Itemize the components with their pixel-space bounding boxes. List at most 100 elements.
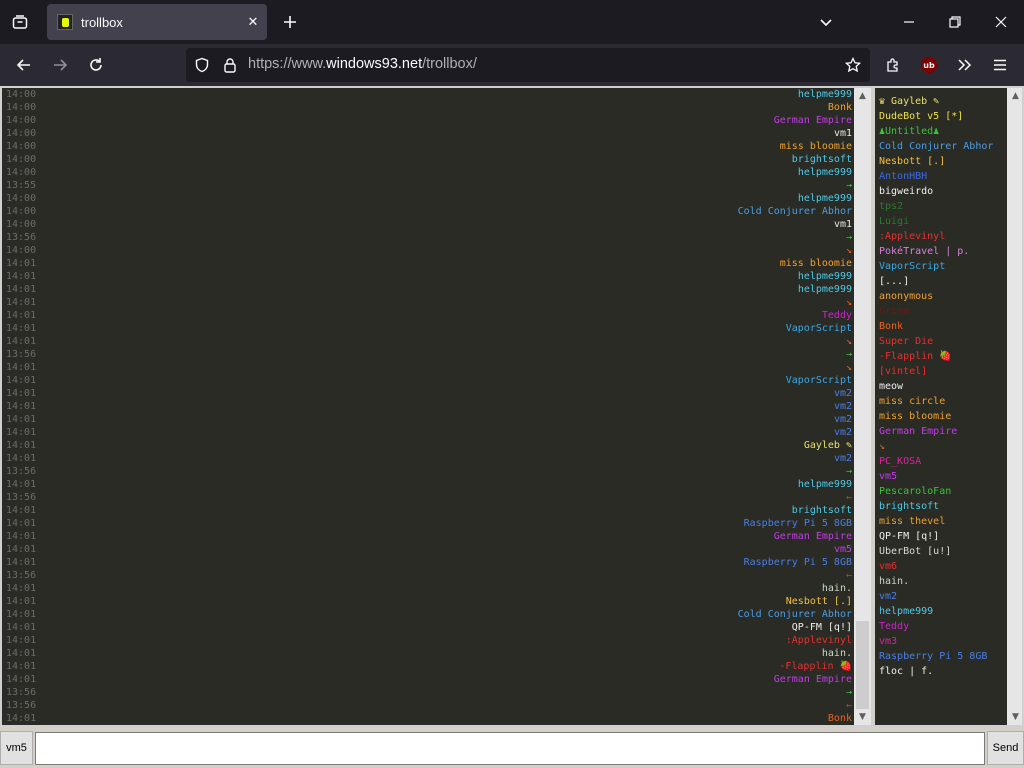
- user-list-item[interactable]: Nesbott [.]: [879, 154, 1009, 169]
- user-list-item[interactable]: vm3: [879, 634, 1009, 649]
- message-nick[interactable]: Nesbott [.]: [726, 595, 852, 608]
- user-list-item[interactable]: [vintel]: [879, 364, 1009, 379]
- message-nick[interactable]: VaporScript: [726, 374, 852, 387]
- message-nick[interactable]: vm2: [726, 413, 852, 426]
- user-list-item[interactable]: -Flapplin 🍓: [879, 349, 1009, 364]
- double-chevron-icon[interactable]: [950, 51, 978, 79]
- lock-icon[interactable]: [216, 51, 244, 79]
- ublock-icon[interactable]: ub: [921, 57, 937, 73]
- minimize-icon[interactable]: [895, 8, 923, 36]
- user-list-item[interactable]: ↘: [879, 439, 1009, 454]
- close-tab-icon[interactable]: ✕: [239, 15, 267, 30]
- close-icon[interactable]: [987, 8, 1015, 36]
- address-bar[interactable]: https://www.windows93.net/trollbox/: [186, 48, 870, 82]
- message-scrollbar[interactable]: ▲ ▼: [854, 88, 871, 725]
- message-nick[interactable]: brightsoft: [726, 504, 852, 517]
- user-list-item[interactable]: QP-FM [q!]: [879, 529, 1009, 544]
- user-list-item[interactable]: miss circle: [879, 394, 1009, 409]
- message-nick[interactable]: ↘: [726, 335, 852, 348]
- user-list-item[interactable]: meow: [879, 379, 1009, 394]
- message-nick[interactable]: helpme999: [726, 166, 852, 179]
- message-nick[interactable]: miss bloomie: [726, 140, 852, 153]
- user-list-item[interactable]: floc | f.: [879, 664, 1009, 679]
- message-nick[interactable]: helpme999: [726, 192, 852, 205]
- message-nick[interactable]: Cold Conjurer Abhor: [726, 205, 852, 218]
- user-list-item[interactable]: :Applevinyl: [879, 229, 1009, 244]
- message-nick[interactable]: →: [726, 686, 852, 699]
- reload-icon[interactable]: [82, 51, 110, 79]
- message-nick[interactable]: :Applevinyl: [726, 634, 852, 647]
- message-nick[interactable]: helpme999: [726, 283, 852, 296]
- message-nick[interactable]: QP-FM [q!]: [726, 621, 852, 634]
- message-nick[interactable]: →: [726, 348, 852, 361]
- user-list-item[interactable]: tps2: [879, 199, 1009, 214]
- user-list-item[interactable]: UberBot [u!]: [879, 544, 1009, 559]
- message-nick[interactable]: →: [726, 465, 852, 478]
- user-list-item[interactable]: Teddy: [879, 619, 1009, 634]
- hamburger-icon[interactable]: [986, 51, 1014, 79]
- message-nick[interactable]: Raspberry Pi 5 8GB: [726, 556, 852, 569]
- message-nick[interactable]: helpme999: [726, 88, 852, 101]
- user-list-item[interactable]: Super Die: [879, 334, 1009, 349]
- user-list-item[interactable]: Raspberry Pi 5 8GB: [879, 649, 1009, 664]
- user-list-item[interactable]: Bonk: [879, 319, 1009, 334]
- user-scrollbar[interactable]: ▲ ▼: [1007, 88, 1022, 725]
- message-nick[interactable]: German Empire: [726, 673, 852, 686]
- message-input[interactable]: [35, 732, 985, 765]
- message-nick[interactable]: German Empire: [726, 530, 852, 543]
- user-list-item[interactable]: helpme999: [879, 604, 1009, 619]
- user-list-item[interactable]: miss bloomie: [879, 409, 1009, 424]
- scrollbar-thumb[interactable]: [856, 621, 869, 709]
- user-list-item[interactable]: DudeBot v5 [*]: [879, 109, 1009, 124]
- nickname-button[interactable]: vm5: [0, 731, 33, 765]
- scroll-up-icon[interactable]: ▲: [1007, 88, 1022, 104]
- user-list-item[interactable]: Cold Conjurer Abhor: [879, 139, 1009, 154]
- message-nick[interactable]: vm2: [726, 387, 852, 400]
- message-nick[interactable]: -Flapplin 🍓: [726, 660, 852, 673]
- message-nick[interactable]: vm1: [726, 218, 852, 231]
- scroll-down-icon[interactable]: ▼: [854, 709, 871, 725]
- message-nick[interactable]: German Empire: [726, 114, 852, 127]
- message-nick[interactable]: →: [726, 179, 852, 192]
- back-arrow-icon[interactable]: [10, 51, 38, 79]
- user-list-item[interactable]: bigweirdo: [879, 184, 1009, 199]
- user-list-item[interactable]: miss thevel: [879, 514, 1009, 529]
- user-list-item[interactable]: Grimm: [879, 304, 1009, 319]
- tab-list-icon[interactable]: [6, 8, 34, 36]
- send-button[interactable]: Send: [987, 731, 1024, 765]
- message-nick[interactable]: ←: [726, 699, 852, 712]
- user-list-item[interactable]: ♟Untitled♟: [879, 124, 1009, 139]
- tab-trollbox[interactable]: trollbox ✕: [47, 4, 267, 40]
- restore-icon[interactable]: [941, 8, 969, 36]
- chevron-down-icon[interactable]: [812, 8, 840, 36]
- user-list-item[interactable]: hain.: [879, 574, 1009, 589]
- message-nick[interactable]: Teddy: [726, 309, 852, 322]
- message-nick[interactable]: vm2: [726, 400, 852, 413]
- message-nick[interactable]: ↘: [726, 296, 852, 309]
- message-nick[interactable]: ↘: [726, 244, 852, 257]
- user-list-item[interactable]: Luigi: [879, 214, 1009, 229]
- url-text[interactable]: https://www.windows93.net/trollbox/: [248, 56, 477, 72]
- message-nick[interactable]: ←: [726, 569, 852, 582]
- message-nick[interactable]: VaporScript: [726, 322, 852, 335]
- message-nick[interactable]: hain.: [726, 647, 852, 660]
- message-nick[interactable]: miss bloomie: [726, 257, 852, 270]
- message-nick[interactable]: ←: [726, 491, 852, 504]
- message-nick[interactable]: hain.: [726, 582, 852, 595]
- user-list-item[interactable]: vm6: [879, 559, 1009, 574]
- user-list-item[interactable]: PokéTravel | p.: [879, 244, 1009, 259]
- shield-icon[interactable]: [188, 51, 216, 79]
- user-list-item[interactable]: anonymous: [879, 289, 1009, 304]
- message-nick[interactable]: vm1: [726, 127, 852, 140]
- user-list-item[interactable]: [...]: [879, 274, 1009, 289]
- message-nick[interactable]: vm2: [726, 452, 852, 465]
- user-list-pane[interactable]: ♛ Gayleb ✎ DudeBot v5 [*] ♟Untitled♟ Cold C…: [873, 86, 1024, 727]
- message-nick[interactable]: vm5: [726, 543, 852, 556]
- user-list-item[interactable]: PescaroloFan: [879, 484, 1009, 499]
- user-list-item[interactable]: vm5: [879, 469, 1009, 484]
- star-icon[interactable]: [839, 51, 867, 79]
- user-list-item[interactable]: German Empire: [879, 424, 1009, 439]
- plus-icon[interactable]: [276, 8, 304, 36]
- message-nick[interactable]: helpme999: [726, 478, 852, 491]
- user-list-item[interactable]: ♛ Gayleb ✎: [879, 94, 1009, 109]
